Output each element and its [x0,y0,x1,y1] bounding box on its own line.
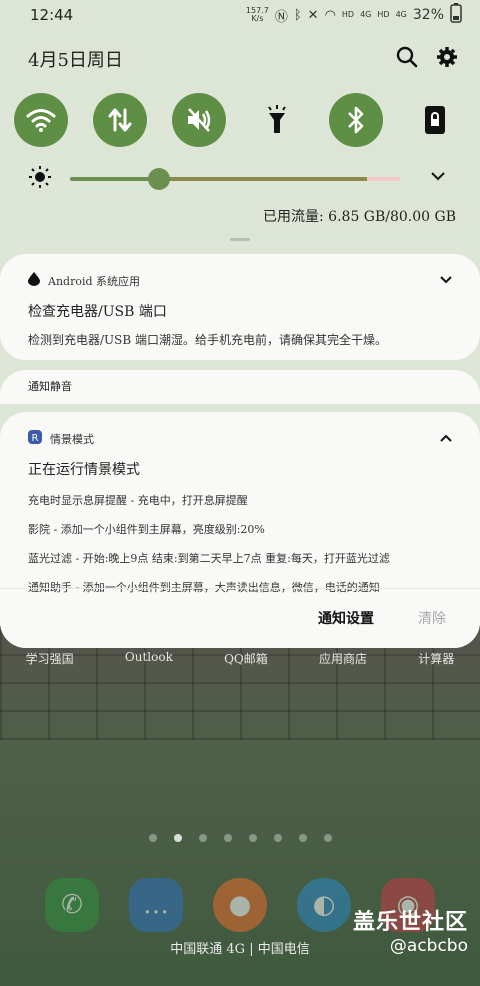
page-dot [273,834,282,842]
date-label: 4月5日周日 [28,50,123,71]
mobile-data-toggle[interactable] [92,93,147,147]
flashlight-toggle[interactable] [250,93,304,147]
brightness-knob[interactable] [148,168,170,190]
network-type: 4G [395,10,407,19]
brightness-row [0,152,480,206]
scene-line: 蓝光过滤 - 开始:晚上9点 结束:到第二天早上7点 重复:每天，打开蓝光过滤 [28,552,390,565]
scene-line: 通知助手 - 添加一个小组件到主屏幕，大声读出信息，微信，电话的通知 [28,581,380,594]
notification-title: 正在运行情景模式 [28,462,140,478]
page-dot [148,834,157,842]
shade-handle[interactable] [230,238,250,241]
brightness-track-mid [159,177,367,181]
app-label[interactable]: 计算器 [418,650,454,667]
watermark: 盖乐世社区 @acbcbo [353,904,468,956]
bluetooth-icon [348,106,364,134]
page-dot [223,834,232,842]
brightness-fill [70,177,159,181]
search-icon[interactable] [396,46,418,72]
vibrate-icon [187,108,210,132]
chevron-down-icon[interactable] [440,274,452,287]
notification-app-line: Android 系统应用 [28,272,452,289]
chevron-up-icon[interactable] [440,432,452,445]
gear-icon[interactable] [436,46,458,72]
page-dot [248,834,257,842]
notification-settings-button[interactable]: 通知设置 [318,608,374,628]
notification-card-charger[interactable]: Android 系统应用 检查充电器/USB 端口 检测到充电器/USB 端口潮… [0,254,480,360]
data-arrows-icon [108,108,132,132]
brightness-icon [28,165,52,193]
page-dot [173,834,182,842]
browser-app-icon[interactable]: ◐ [297,878,351,932]
messages-app-icon[interactable]: … [129,878,183,932]
app-label[interactable]: 学习强国 [26,650,74,667]
notification-app-name: Android 系统应用 [48,274,141,288]
chevron-down-icon[interactable] [430,167,446,186]
nfc-icon: Ⓝ [274,9,288,25]
water-drop-icon [28,272,40,289]
notification-card-scenes[interactable]: R 情景模式 正在运行情景模式 充电时显示息屏提醒 - 充电中，打开息屏提醒 影… [0,412,480,648]
scene-line: 影院 - 添加一个小组件到主屏幕，亮度级别:20% [28,523,265,536]
contacts-app-icon[interactable]: ● [213,878,267,932]
hd-label: HD [377,10,390,19]
wifi-status-icon: ◠ [324,7,336,23]
network-speed-unit: K/s [251,14,264,23]
network-speed: 157.7 K/s [246,7,269,23]
shade-header: 4月5日周日 [0,30,480,88]
svg-text:R: R [32,433,39,444]
brightness-slider[interactable] [70,168,400,190]
page-indicator [0,834,480,842]
home-app-labels: 学习强国 Outlook QQ邮箱 应用商店 计算器 [0,650,480,667]
silent-label: 通知静音 [28,380,72,393]
page-dot [198,834,207,842]
bluetooth-toggle[interactable] [329,93,384,147]
page-dot [298,834,307,842]
notification-title: 检查充电器/USB 端口 [28,304,167,320]
divider [0,588,480,589]
app-label[interactable]: Outlook [125,650,173,667]
phone-app-icon[interactable]: ✆ [45,878,99,932]
data-usage-label: 已用流量: 6.85 GB/80.00 GB [263,209,456,225]
quick-settings [0,88,480,152]
scenes-app-icon: R [28,430,42,447]
flashlight-icon [268,105,287,133]
notification-shade: 12:44 157.7 K/s Ⓝ ᛒ ✕ ◠ HD 4G HD 4G 32% … [0,0,480,648]
watermark-handle: @acbcbo [389,936,468,956]
page-dot [323,834,332,842]
status-icons: 157.7 K/s Ⓝ ᛒ ✕ ◠ HD 4G HD 4G 32% [246,3,462,27]
lock-icon [424,106,445,134]
battery-icon [450,3,462,27]
notification-app-line: R 情景模式 [28,430,452,447]
clear-button[interactable]: 清除 [418,608,446,628]
notification-app-name: 情景模式 [50,432,94,446]
header-actions [396,46,458,72]
bluetooth-status-icon: ᛒ [293,7,302,23]
notification-text: 检测到充电器/USB 端口潮湿。给手机充电前，请确保其完全干燥。 [28,333,388,347]
watermark-title: 盖乐世社区 [352,910,468,935]
notification-actions: 通知设置 清除 [318,608,446,628]
scene-line: 充电时显示息屏提醒 - 充电中，打开息屏提醒 [28,494,248,507]
status-time: 12:44 [30,6,74,24]
app-label[interactable]: 应用商店 [319,650,367,667]
mute-status-icon: ✕ [307,7,319,23]
silent-section-header: 通知静音 [0,370,480,404]
hd-label: HD [341,10,355,19]
network-type: 4G [360,10,372,19]
battery-percent: 32% [412,7,444,23]
app-label[interactable]: QQ邮箱 [224,650,268,667]
sound-toggle[interactable] [171,93,226,147]
wifi-icon [26,109,56,132]
wifi-toggle[interactable] [14,93,68,147]
rotation-lock-toggle[interactable] [408,93,462,147]
status-bar: 12:44 157.7 K/s Ⓝ ᛒ ✕ ◠ HD 4G HD 4G 32% [0,0,480,30]
